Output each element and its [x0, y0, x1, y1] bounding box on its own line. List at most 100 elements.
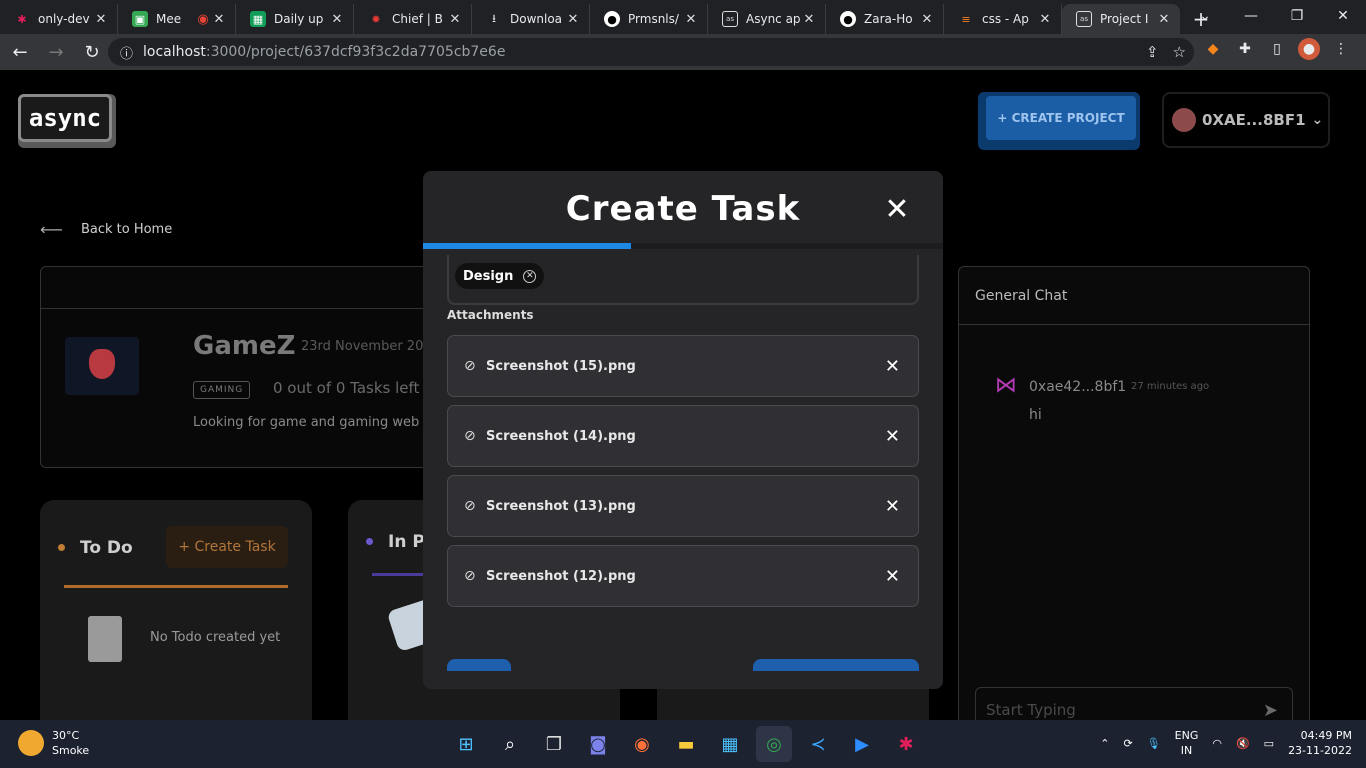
close-tab-icon[interactable]: ✕: [211, 12, 227, 27]
zoom-icon[interactable]: ▶: [844, 726, 880, 762]
in-progress-dot: [366, 538, 373, 545]
share-icon[interactable]: ⇪: [1146, 43, 1159, 61]
async-logo[interactable]: async: [18, 94, 116, 148]
remove-attachment-icon[interactable]: ✕: [885, 426, 900, 447]
close-tab-icon[interactable]: ✕: [1037, 12, 1053, 27]
chat-placeholder: Start Typing: [986, 701, 1076, 719]
forward-arrow-icon[interactable]: →: [40, 36, 72, 68]
close-tab-icon[interactable]: ✕: [683, 12, 699, 27]
todo-underline: [64, 585, 288, 588]
side-panel-icon[interactable]: ▯: [1266, 38, 1288, 60]
create-task-button[interactable]: + Create Task: [166, 526, 288, 568]
tags-input[interactable]: Design ✕: [447, 255, 919, 305]
attachments-label: Attachments: [447, 308, 534, 322]
clock-time: 04:49 PM: [1300, 729, 1352, 742]
create-project-button[interactable]: + CREATE PROJECT: [978, 92, 1140, 150]
chevron-up-icon[interactable]: ⌃: [1100, 737, 1109, 750]
chrome-icon[interactable]: ◎: [756, 726, 792, 762]
url-field[interactable]: ⓘ localhost:3000/project/637dcf93f3c2da7…: [108, 38, 1194, 66]
send-icon[interactable]: ➤: [1263, 700, 1278, 720]
metamask-icon[interactable]: ◆: [1202, 38, 1224, 60]
teams-chat-icon[interactable]: ◙: [580, 726, 616, 762]
bookmark-star-icon[interactable]: ☆: [1173, 43, 1186, 61]
wallet-address: 0XAE...8BF1: [1202, 111, 1306, 129]
close-tab-icon[interactable]: ✕: [1156, 12, 1172, 27]
puzzle-extensions-icon[interactable]: ✚: [1234, 38, 1256, 60]
async-icon: as: [1076, 11, 1092, 27]
volume-muted-icon[interactable]: 🔇: [1236, 737, 1250, 750]
browser-tab-active[interactable]: as Project I ✕: [1062, 4, 1180, 34]
search-icon[interactable]: ⌕: [492, 726, 528, 762]
close-tab-icon[interactable]: ✕: [447, 12, 463, 27]
back-to-home-link[interactable]: ⟵ Back to Home: [40, 220, 172, 239]
create-project-label: + CREATE PROJECT: [986, 96, 1136, 140]
browser-tab[interactable]: ● Zara-Ho ✕: [826, 4, 944, 34]
maximize-icon[interactable]: ❐: [1274, 0, 1320, 32]
language-indicator[interactable]: ENG IN: [1175, 728, 1199, 758]
slack-icon: ✱: [17, 12, 27, 26]
browser-tab[interactable]: ✱ only-dev ✕: [0, 4, 118, 34]
close-tab-icon[interactable]: ✕: [329, 12, 345, 27]
wifi-icon[interactable]: ◠: [1212, 737, 1222, 750]
browser-tab[interactable]: ✸ Chief | B ✕: [354, 4, 472, 34]
logo-text: async: [18, 94, 112, 142]
tag-chip: Design ✕: [455, 263, 545, 289]
sync-icon[interactable]: ⟳: [1123, 737, 1132, 750]
paperclip-icon: ⊘: [464, 498, 476, 514]
remove-attachment-icon[interactable]: ✕: [885, 356, 900, 377]
reload-icon[interactable]: ↻: [76, 36, 108, 68]
battery-icon[interactable]: ▭: [1264, 737, 1274, 750]
meet-icon: ▣: [132, 11, 148, 27]
recording-icon: ◉: [197, 11, 209, 27]
browser-tab[interactable]: ● Prmsnls/ ✕: [590, 4, 708, 34]
browser-tab[interactable]: ▣ Mee ◉ ✕: [118, 4, 236, 34]
close-tab-icon[interactable]: ✕: [93, 12, 109, 27]
attachment-item: ⊘ Screenshot (12).png ✕: [447, 545, 919, 607]
close-tab-icon[interactable]: ✕: [919, 12, 935, 27]
wallet-dropdown[interactable]: 0XAE...8BF1 ⌄: [1162, 92, 1330, 148]
remove-attachment-icon[interactable]: ✕: [885, 566, 900, 587]
microsoft-store-icon[interactable]: ▦: [712, 726, 748, 762]
submit-button[interactable]: [753, 659, 919, 671]
menu-kebab-icon[interactable]: ⋮: [1330, 38, 1352, 60]
url-path: :3000/project/637dcf93f3c2da7705cb7e6e: [205, 44, 506, 60]
close-tab-icon[interactable]: ✕: [801, 12, 817, 27]
browser-tab[interactable]: ≡ css - Ap ✕: [944, 4, 1062, 34]
close-window-icon[interactable]: ✕: [1320, 0, 1366, 32]
remove-tag-icon[interactable]: ✕: [523, 269, 537, 283]
task-view-icon[interactable]: ❐: [536, 726, 572, 762]
address-bar: ← → ↻ ⓘ localhost:3000/project/637dcf93f…: [0, 34, 1366, 70]
profile-avatar-icon[interactable]: ●: [1298, 38, 1320, 60]
close-tab-icon[interactable]: ✕: [565, 12, 581, 27]
info-icon[interactable]: ⓘ: [120, 43, 133, 62]
clock[interactable]: 04:49 PM 23-11-2022: [1288, 728, 1352, 758]
file-explorer-icon[interactable]: ▬: [668, 726, 704, 762]
window-controls: ⌄ — ❐ ✕: [1182, 0, 1366, 32]
download-icon: ⭳: [492, 11, 496, 25]
github-icon: ●: [840, 11, 856, 27]
microphone-icon[interactable]: 🎙: [1147, 737, 1161, 750]
windows-start-icon[interactable]: ⊞: [448, 726, 484, 762]
back-arrow-icon[interactable]: ←: [4, 36, 36, 68]
tag-label: Design: [463, 268, 514, 284]
slack-icon[interactable]: ✱: [888, 726, 924, 762]
back-button[interactable]: [447, 659, 511, 671]
browser-tab[interactable]: ▦ Daily up ✕: [236, 4, 354, 34]
category-badge: GAMING: [193, 381, 251, 399]
browser-tab[interactable]: as Async ap ✕: [708, 4, 826, 34]
general-chat-panel: General Chat ⋈ 0xae42...8bf1 27 minutes …: [958, 266, 1310, 720]
tab-label: Daily up: [274, 12, 324, 26]
project-date: 23rd November 2022: [301, 339, 440, 354]
tab-search-icon[interactable]: ⌄: [1182, 0, 1228, 32]
weather-haze-icon: [18, 730, 44, 756]
project-card: GameZ 23rd November 2022 GAMING 0 out of…: [40, 266, 446, 468]
project-card-header: [41, 267, 439, 309]
minimize-icon[interactable]: —: [1228, 0, 1274, 32]
remove-attachment-icon[interactable]: ✕: [885, 496, 900, 517]
weather-widget[interactable]: 30°C Smoke: [18, 728, 89, 758]
chat-input[interactable]: Start Typing ➤: [975, 687, 1293, 720]
firefox-icon[interactable]: ◉: [624, 726, 660, 762]
vscode-icon[interactable]: ≺: [800, 726, 836, 762]
browser-tab[interactable]: ⭳ Downloa ✕: [472, 4, 590, 34]
close-icon[interactable]: ✕: [881, 192, 913, 227]
